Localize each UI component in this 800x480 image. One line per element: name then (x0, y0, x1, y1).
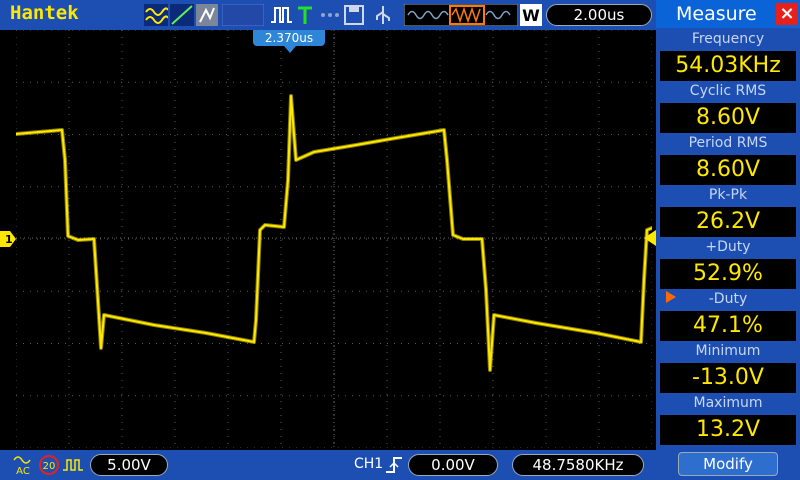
svg-text:W: W (522, 6, 540, 25)
measure-label-pos-duty: +Duty (705, 239, 751, 255)
ac-coupling-icon: AC (13, 456, 31, 476)
top-status-bar: Hantek W 2.00us (0, 0, 656, 30)
time-base-readout[interactable]: 2.00us (546, 4, 652, 26)
probe-icon (63, 459, 83, 471)
ramp-icon[interactable] (170, 4, 194, 26)
bandwidth-limit-icon: 20 (39, 455, 59, 475)
status-box-blank (222, 4, 264, 26)
memory-waveform-icon (404, 4, 518, 26)
ch1-volts-per-div[interactable]: 5.00V (90, 454, 168, 476)
rising-edge-icon (386, 457, 402, 473)
save-icon[interactable] (344, 4, 364, 26)
trigger-position-readout: 2.370us (253, 30, 325, 46)
svg-text:1: 1 (5, 233, 13, 246)
pulse-icon[interactable] (270, 4, 292, 26)
brand-logo: Hantek (10, 2, 79, 24)
coupling-label: AC (16, 466, 30, 476)
measure-label-period-rms: Period RMS (688, 135, 768, 151)
trigger-position-marker[interactable] (284, 46, 296, 53)
trigger-frequency-readout: 48.7580KHz (512, 454, 644, 476)
persistence-icon[interactable] (196, 4, 218, 26)
trigger-source-label: CH1 (354, 456, 384, 472)
scope-grid (16, 30, 652, 448)
measure-value-pos-duty: 52.9% (660, 259, 796, 289)
measure-value-cyclic-rms: 8.60V (660, 103, 796, 133)
modify-button[interactable]: Modify (678, 452, 778, 476)
bw-limit-label: 20 (43, 461, 56, 472)
measure-value-maximum: 13.2V (660, 415, 796, 445)
measure-label-frequency: Frequency (691, 31, 765, 47)
measure-value-period-rms: 8.60V (660, 155, 796, 185)
trigger-level-readout[interactable]: 0.00V (408, 454, 498, 476)
measure-label-cyclic-rms: Cyclic RMS (689, 83, 767, 99)
dots-icon (321, 13, 339, 17)
ch1-ground-marker[interactable]: 1 (0, 231, 16, 247)
bottom-status-bar: AC 20 5.00V CH1 0.00V 48.7580KHz (0, 450, 656, 480)
measure-value-pk-pk: 26.2V (660, 207, 796, 237)
waveform-icon[interactable] (144, 4, 168, 26)
close-icon[interactable]: × (776, 3, 798, 25)
measure-value-minimum: -13.0V (660, 363, 796, 393)
measure-value-neg-duty: 47.1% (660, 311, 796, 341)
waveform-display (16, 30, 652, 448)
w-zoom-icon[interactable]: W (520, 4, 542, 26)
usb-icon (376, 6, 390, 24)
measure-panel: Measure × Frequency 54.03KHz Cyclic RMS … (656, 0, 800, 480)
measure-value-frequency: 54.03KHz (660, 51, 796, 81)
measure-label-minimum: Minimum (695, 343, 761, 359)
measure-label-neg-duty: -Duty (708, 291, 748, 307)
trigger-level-marker[interactable] (644, 230, 656, 246)
measure-label-pk-pk: Pk-Pk (708, 187, 748, 203)
trigger-t-icon[interactable] (296, 4, 314, 26)
measure-label-maximum: Maximum (693, 395, 763, 411)
